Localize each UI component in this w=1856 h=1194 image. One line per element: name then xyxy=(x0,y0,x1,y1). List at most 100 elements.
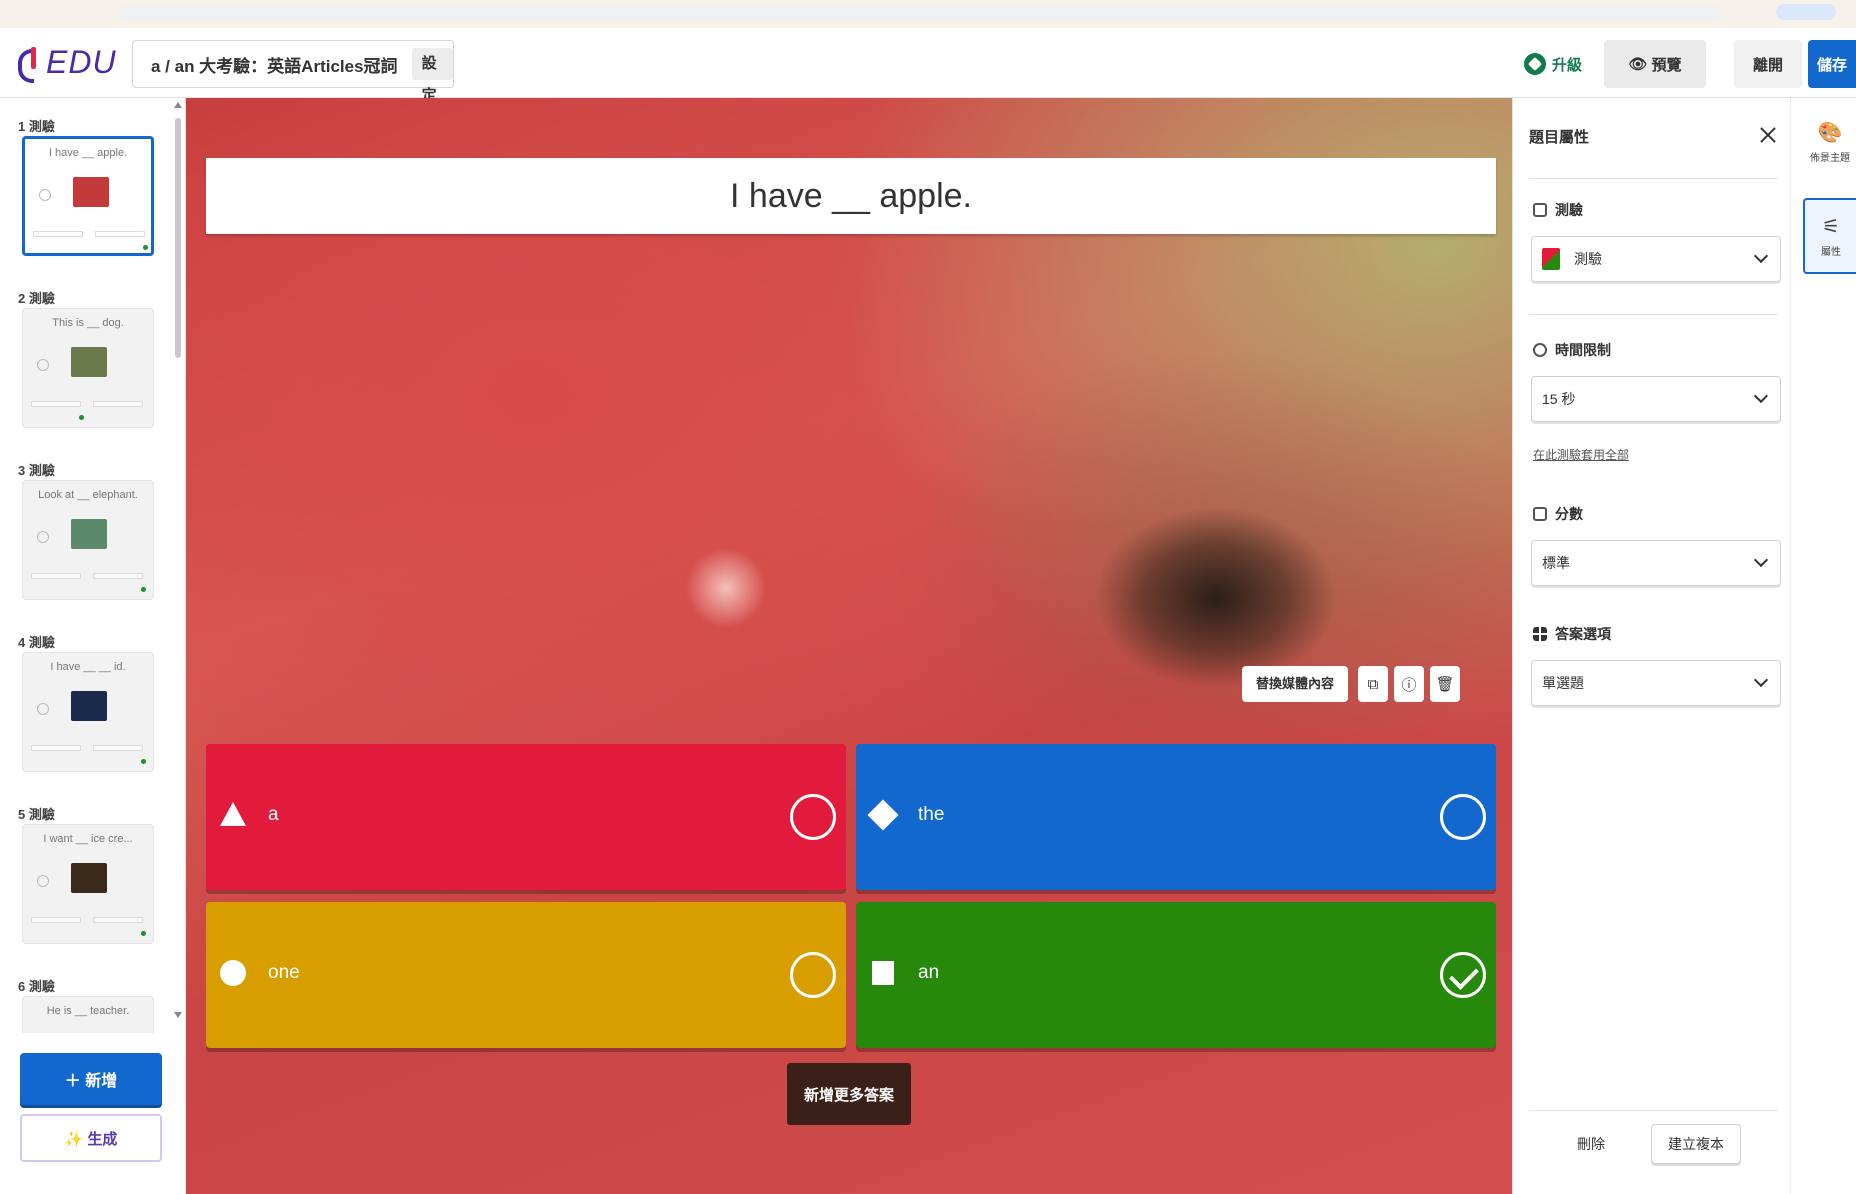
answer-placeholder xyxy=(93,401,143,407)
slide-sidebar: 1 測驗 I have __ apple. 2 測驗 This is __ do… xyxy=(0,98,186,1194)
close-icon[interactable] xyxy=(1759,126,1777,144)
add-question-button[interactable]: ＋ 新增 xyxy=(20,1053,162,1105)
correct-dot-icon xyxy=(141,759,146,764)
themes-tab[interactable]: 🎨 佈景主題 xyxy=(1803,104,1856,180)
chevron-down-icon xyxy=(1753,672,1769,688)
correct-dot-icon xyxy=(143,245,148,250)
question-type-value: 測驗 xyxy=(1574,251,1602,267)
browser-bar xyxy=(0,0,1856,28)
timer-icon xyxy=(37,359,49,371)
slide-label: 1 測驗 xyxy=(18,119,55,134)
answer-tile-1[interactable]: a xyxy=(206,744,846,890)
answer-placeholder xyxy=(33,231,83,237)
question-type-select[interactable]: 測驗 xyxy=(1531,236,1781,282)
slide-label: 5 測驗 xyxy=(18,807,55,822)
slide-thumbnail[interactable]: I have __ apple. xyxy=(22,136,154,256)
slide-image xyxy=(71,347,107,377)
slide-thumbnail[interactable]: This is __ dog. xyxy=(22,308,154,428)
diamond-icon xyxy=(867,799,899,831)
apply-all-link[interactable]: 在此測驗套用全部 xyxy=(1533,446,1629,463)
clock-icon xyxy=(1533,343,1547,357)
slide-question: I have __ apple. xyxy=(48,147,128,159)
delete-button[interactable]: 刪除 xyxy=(1577,1134,1605,1154)
replace-media-button[interactable]: 替換媒體內容 xyxy=(1242,666,1349,702)
slide-label: 3 測驗 xyxy=(18,463,55,478)
points-value: 標準 xyxy=(1542,555,1570,571)
logo-text: EDU xyxy=(46,43,117,80)
correct-toggle[interactable] xyxy=(790,794,836,840)
slide-list-scrollbar[interactable] xyxy=(174,98,182,1028)
exit-button[interactable]: 離開 xyxy=(1734,40,1802,88)
preview-label: 預覽 xyxy=(1651,56,1682,74)
answer-tile-2[interactable]: the xyxy=(856,744,1496,890)
logo-mark-icon xyxy=(18,45,40,83)
answer-options-select[interactable]: 單選題 xyxy=(1531,660,1781,706)
grid-icon xyxy=(1533,627,1547,641)
question-input[interactable]: I have __ apple. xyxy=(206,158,1496,234)
duplicate-button[interactable]: 建立複本 xyxy=(1651,1124,1741,1164)
scroll-up-icon[interactable] xyxy=(174,102,182,108)
save-button[interactable]: 儲存 xyxy=(1808,40,1856,88)
slide-image xyxy=(71,863,107,893)
answer-tile-3[interactable]: one xyxy=(206,902,846,1048)
themes-label: 佈景主題 xyxy=(1810,153,1850,164)
correct-dot-icon xyxy=(79,415,84,420)
slide-list: 1 測驗 I have __ apple. 2 測驗 This is __ do… xyxy=(0,98,176,1033)
divider xyxy=(1529,314,1779,315)
answer-text[interactable]: an xyxy=(918,962,939,984)
slide-image xyxy=(71,519,107,549)
question-type-label: 測驗 xyxy=(1533,200,1583,220)
upgrade-button[interactable]: 升級 xyxy=(1523,53,1582,75)
slide-label: 6 測驗 xyxy=(18,979,55,994)
timer-icon xyxy=(39,189,51,201)
browser-profile-pill[interactable] xyxy=(1776,4,1836,20)
slide-thumbnail[interactable]: I want __ ice cre... xyxy=(22,824,154,944)
info-icon[interactable]: ⓘ xyxy=(1394,666,1425,702)
palette-icon: 🎨 xyxy=(1817,122,1843,144)
correct-check-icon[interactable] xyxy=(1440,952,1486,998)
answer-text[interactable]: one xyxy=(268,962,300,984)
answer-placeholder xyxy=(31,573,81,579)
answer-placeholder xyxy=(31,745,81,751)
quiz-title-field[interactable]: a / an 大考驗：英語Articles冠詞 設定 xyxy=(132,40,454,104)
slide-question: Look at __ elephant. xyxy=(38,489,138,501)
time-limit-select[interactable]: 15 秒 xyxy=(1531,376,1781,422)
answer-text[interactable]: the xyxy=(918,804,944,826)
timer-icon xyxy=(37,703,49,715)
settings-button[interactable]: 設定 xyxy=(411,48,453,104)
chevron-down-icon xyxy=(1753,248,1769,264)
answer-options-value: 單選題 xyxy=(1542,675,1584,691)
slide-question: I have __ __ id. xyxy=(50,661,126,673)
slide-thumbnail[interactable]: Look at __ elephant. xyxy=(22,480,154,600)
divider xyxy=(1529,178,1779,179)
triangle-icon xyxy=(220,802,246,828)
slide-question: I want __ ice cre... xyxy=(43,833,133,845)
correct-dot-icon xyxy=(141,587,146,592)
trash-icon[interactable]: 🗑 xyxy=(1430,666,1461,702)
slide-image xyxy=(73,177,109,207)
crop-icon[interactable]: ⧉ xyxy=(1358,666,1389,702)
points-select[interactable]: 標準 xyxy=(1531,540,1781,586)
slide-image xyxy=(71,691,107,721)
slide-thumbnail[interactable]: I have __ __ id. xyxy=(22,652,154,772)
top-header: EDU a / an 大考驗：英語Articles冠詞 設定 升級 👁 預覽 離… xyxy=(0,28,1856,104)
scroll-down-icon[interactable] xyxy=(174,1012,182,1018)
generate-button[interactable]: ✨ 生成 xyxy=(20,1114,162,1162)
slide-label: 4 測驗 xyxy=(18,635,55,650)
correct-dot-icon xyxy=(141,931,146,936)
answer-placeholder xyxy=(93,573,143,579)
answer-text[interactable]: a xyxy=(268,804,279,826)
logo[interactable]: EDU xyxy=(18,42,117,83)
slide-thumbnail[interactable]: He is __ teacher. xyxy=(22,996,154,1033)
correct-toggle[interactable] xyxy=(790,952,836,998)
scrollbar-thumb[interactable] xyxy=(175,118,181,358)
add-more-answers-button[interactable]: 新增更多答案 xyxy=(787,1063,911,1125)
preview-button[interactable]: 👁 預覽 xyxy=(1604,40,1706,88)
time-limit-label: 時間限制 xyxy=(1533,340,1611,360)
answer-tile-4[interactable]: an xyxy=(856,902,1496,1048)
correct-toggle[interactable] xyxy=(1440,794,1486,840)
settings-tab[interactable]: ⚟ 屬性 xyxy=(1803,198,1856,274)
address-bar[interactable] xyxy=(120,6,1720,20)
timer-icon xyxy=(37,531,49,543)
answer-placeholder xyxy=(93,917,143,923)
